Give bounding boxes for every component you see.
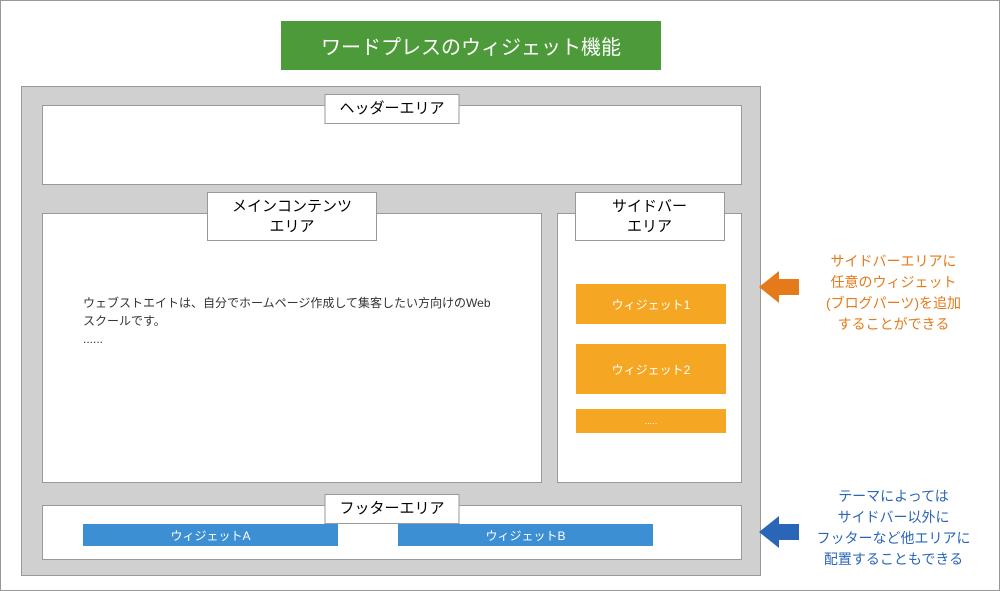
footer-area: フッターエリア ウィジェットA ウィジェットB [42,505,742,560]
main-body-line: ウェブストエイトは、自分でホームページ作成して集客したい方向けのWebスクールで… [83,296,491,328]
header-label: ヘッダーエリア [324,94,459,124]
main-label: メインコンテンツエリア [207,192,377,241]
header-area: ヘッダーエリア [42,105,742,185]
footer-label: フッターエリア [324,494,459,524]
sidebar-widget-more: ..... [576,409,726,433]
main-body-more: ...... [83,332,103,346]
sidebar-annotation: サイドバーエリアに任意のウィジェット(ブログパーツ)を追加することができる [796,251,991,335]
sidebar-label: サイドバーエリア [575,192,725,241]
main-content-area: メインコンテンツエリア ウェブストエイトは、自分でホームページ作成して集客したい… [42,213,542,483]
sidebar-widget-2: ウィジェット2 [576,344,726,394]
footer-widget-a: ウィジェットA [83,524,338,546]
sidebar-widget-1: ウィジェット1 [576,284,726,324]
sidebar-area: サイドバーエリア ウィジェット1 ウィジェット2 ..... [557,213,742,483]
arrow-left-icon [759,516,799,548]
layout-frame: ヘッダーエリア メインコンテンツエリア ウェブストエイトは、自分でホームページ作… [21,86,761,576]
footer-widget-b: ウィジェットB [398,524,653,546]
footer-annotation: テーマによってはサイドバー以外にフッターなど他エリアに配置することもできる [796,486,991,570]
main-body-text: ウェブストエイトは、自分でホームページ作成して集客したい方向けのWebスクールで… [83,294,501,348]
arrow-left-icon [759,271,799,303]
page-title: ワードプレスのウィジェット機能 [281,21,661,70]
